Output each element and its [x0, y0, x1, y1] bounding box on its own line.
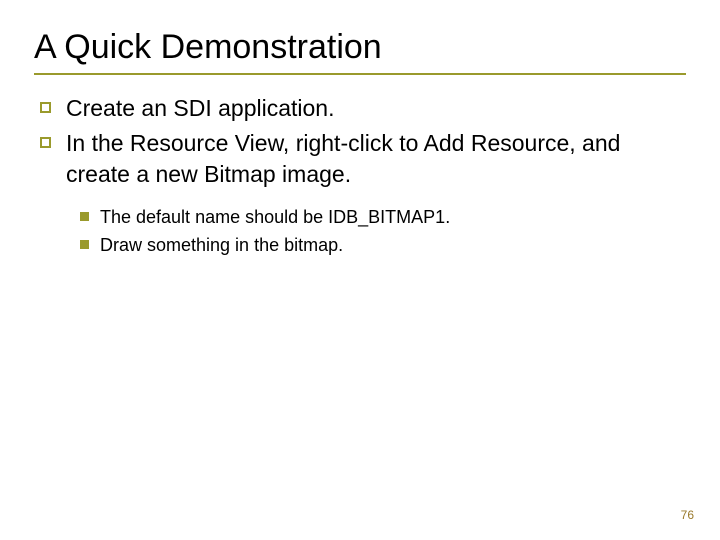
list-item: Draw something in the bitmap. — [78, 232, 686, 258]
sub-bullet-list: The default name should be IDB_BITMAP1. … — [78, 204, 686, 258]
slide-title: A Quick Demonstration — [34, 28, 686, 67]
slide: A Quick Demonstration Create an SDI appl… — [0, 0, 720, 540]
title-divider — [34, 73, 686, 75]
list-item: In the Resource View, right-click to Add… — [38, 128, 686, 190]
list-item: The default name should be IDB_BITMAP1. — [78, 204, 686, 230]
page-number: 76 — [681, 508, 694, 522]
bullet-list: Create an SDI application. In the Resour… — [38, 93, 686, 190]
list-item: Create an SDI application. — [38, 93, 686, 124]
